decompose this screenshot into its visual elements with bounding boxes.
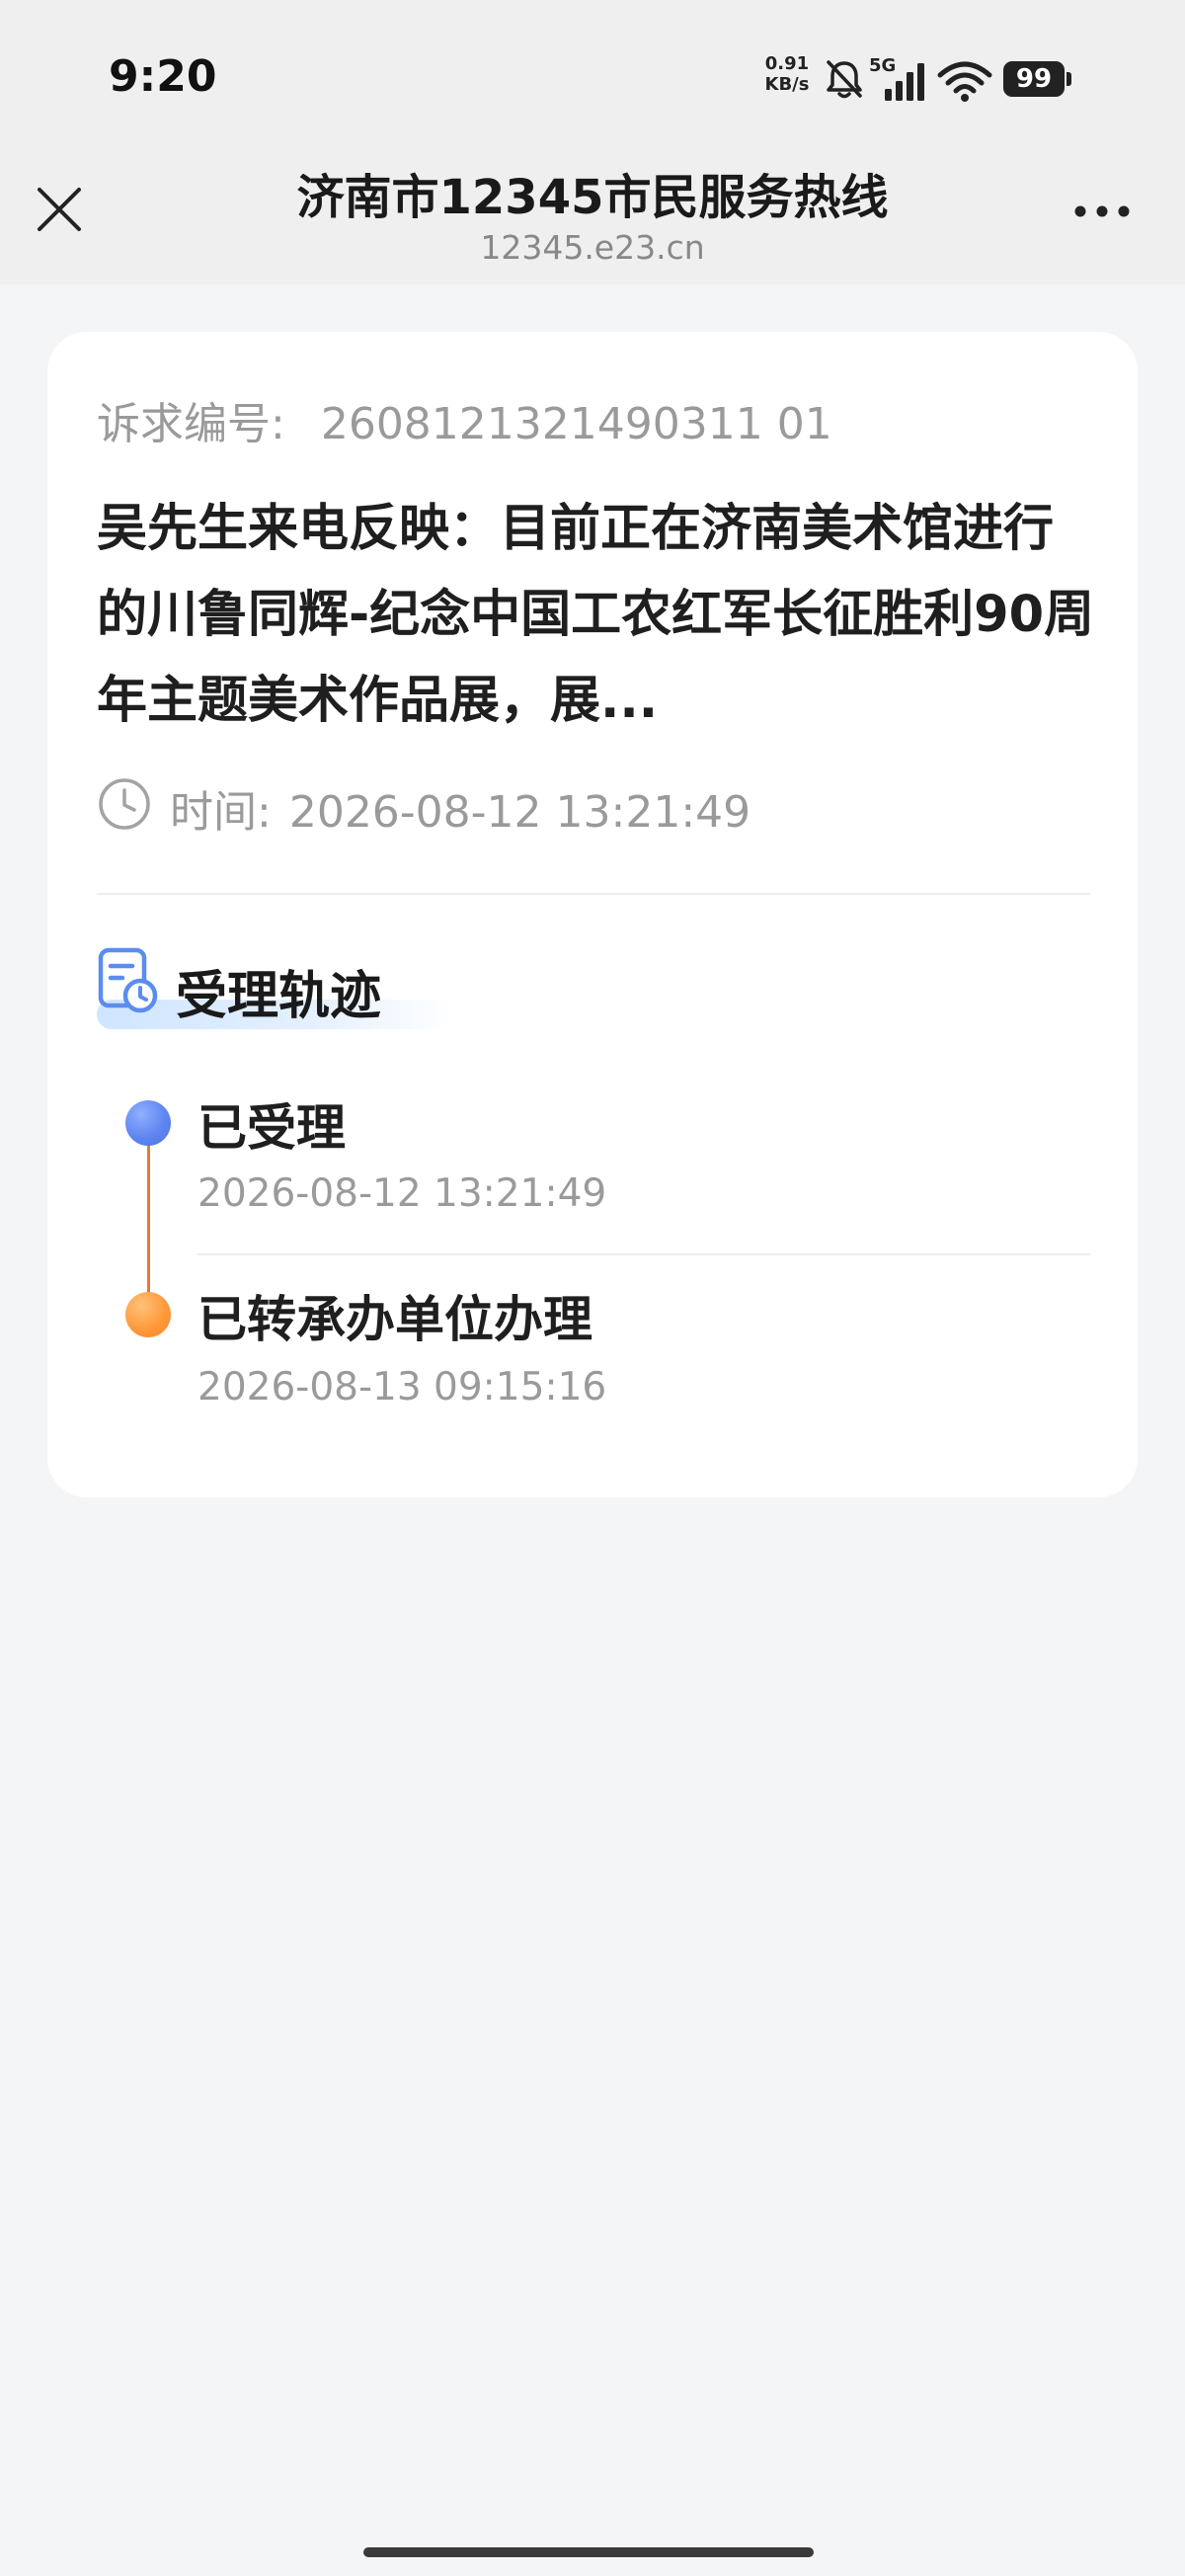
- timeline-step-title: 已转承办单位办理: [198, 1291, 592, 1348]
- more-icon[interactable]: [1072, 200, 1132, 223]
- timeline-step-title: 已受理: [198, 1099, 346, 1157]
- timeline-dot-transferred: [125, 1292, 171, 1337]
- home-indicator[interactable]: [363, 2547, 814, 2557]
- net-speed: 0.91 KB/s: [762, 53, 812, 95]
- section-title: 受理轨迹: [176, 967, 382, 1026]
- timeline-line: [147, 1126, 150, 1316]
- clock-icon: [99, 778, 150, 830]
- document-clock-icon: [98, 947, 158, 1013]
- battery-tip: [1066, 72, 1071, 86]
- case-number-label: 诉求编号:: [97, 399, 285, 449]
- case-summary: 吴先生来电反映：目前正在济南美术馆进行的川鲁同辉-纪念中国工农红军长征胜利90周…: [97, 500, 1095, 730]
- timeline-dot-accepted: [125, 1100, 171, 1146]
- case-time: 时间: 2026-08-12 13:21:49: [170, 776, 750, 840]
- wifi-icon: [937, 61, 992, 102]
- signal-icon: [885, 63, 924, 101]
- net-speed-value: 0.91: [764, 53, 810, 74]
- close-icon[interactable]: [36, 186, 83, 233]
- page-url: 12345.e23.cn: [480, 228, 705, 267]
- case-number-row: 诉求编号: 2608121321490311 01: [97, 388, 832, 451]
- case-time-label: 时间:: [170, 787, 272, 838]
- case-time-value: 2026-08-12 13:21:49: [288, 787, 751, 838]
- timeline-divider: [198, 1253, 1090, 1255]
- page-title: 济南市12345市民服务热线: [296, 170, 889, 225]
- net-speed-unit: KB/s: [764, 74, 810, 95]
- status-time: 9:20: [109, 51, 217, 102]
- card-divider: [97, 893, 1090, 895]
- battery-icon: 99: [1003, 61, 1065, 97]
- timeline-step-time: 2026-08-13 09:15:16: [198, 1365, 607, 1409]
- case-number-value: 2608121321490311 01: [320, 399, 832, 449]
- bell-muted-icon: [827, 60, 862, 99]
- timeline-step-time: 2026-08-12 13:21:49: [198, 1171, 607, 1216]
